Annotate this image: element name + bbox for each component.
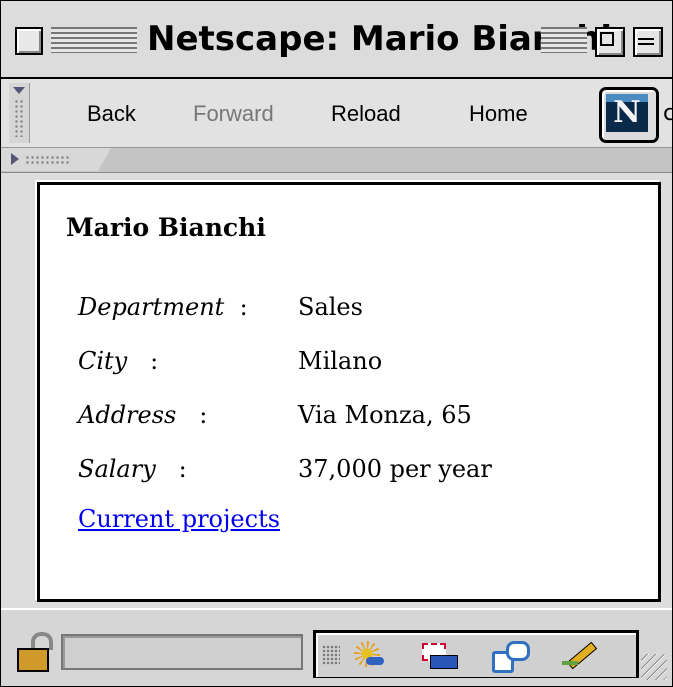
pen-stroke bbox=[562, 661, 578, 665]
page-content: Mario Bianchi Department : Sales City : … bbox=[37, 182, 661, 602]
title-bar-stripes bbox=[51, 27, 137, 53]
detail-separator: : bbox=[239, 293, 248, 321]
back-button[interactable]: Back bbox=[87, 97, 136, 131]
detail-label: City : bbox=[78, 347, 159, 375]
grip-dots bbox=[25, 155, 69, 165]
detail-separator: : bbox=[178, 455, 187, 483]
composer-icon[interactable] bbox=[490, 639, 530, 673]
detail-label: Department : bbox=[78, 293, 248, 321]
navigation-toolbar: Back Forward Reload Home N c bbox=[1, 79, 672, 148]
zoom-box[interactable] bbox=[595, 27, 625, 57]
component-bar-grip[interactable] bbox=[322, 645, 340, 665]
close-box[interactable] bbox=[15, 27, 43, 55]
detail-value: Milano bbox=[298, 347, 383, 375]
padlock-body bbox=[17, 648, 49, 672]
logo-letter: N bbox=[613, 95, 641, 130]
location-bar-collapsed[interactable] bbox=[1, 148, 672, 173]
detail-row-salary: Salary : 37,000 per year bbox=[78, 455, 638, 509]
navigator-icon[interactable] bbox=[350, 639, 386, 671]
location-tab[interactable] bbox=[1, 148, 111, 171]
detail-separator: : bbox=[199, 401, 208, 429]
collapse-box[interactable] bbox=[633, 27, 663, 57]
browser-window: Netscape: Mario Bianchi Back Forward Rel… bbox=[0, 0, 673, 687]
detail-separator: : bbox=[150, 347, 159, 375]
bubble-two bbox=[506, 641, 530, 661]
page-heading: Mario Bianchi bbox=[66, 213, 266, 242]
home-button[interactable]: Home bbox=[469, 97, 528, 131]
component-bar bbox=[313, 630, 639, 678]
employee-details: Department : Sales City : Milano Address… bbox=[78, 293, 638, 509]
navigator-wheel bbox=[366, 657, 384, 665]
editor-icon[interactable] bbox=[560, 639, 598, 671]
detail-label: Address : bbox=[78, 401, 208, 429]
resize-grip-icon[interactable] bbox=[641, 654, 667, 680]
detail-label: Salary : bbox=[78, 455, 187, 483]
mail-tray bbox=[430, 655, 458, 669]
title-bar[interactable]: Netscape: Mario Bianchi bbox=[1, 1, 672, 79]
progress-bar bbox=[61, 634, 303, 670]
detail-row-department: Department : Sales bbox=[78, 293, 638, 347]
forward-button[interactable]: Forward bbox=[193, 97, 274, 131]
detail-row-address: Address : Via Monza, 65 bbox=[78, 401, 638, 455]
netscape-logo[interactable]: N bbox=[599, 87, 659, 143]
detail-value: 37,000 per year bbox=[298, 455, 492, 483]
detail-value: Via Monza, 65 bbox=[298, 401, 472, 429]
detail-value: Sales bbox=[298, 293, 363, 321]
status-bar bbox=[1, 608, 672, 686]
current-projects-link[interactable]: Current projects bbox=[78, 505, 280, 533]
collapse-triangle-icon bbox=[13, 87, 25, 94]
toolbar-collapse-grip[interactable] bbox=[9, 83, 30, 143]
truncated-button-label: c bbox=[663, 97, 672, 131]
title-bar-stripes-right bbox=[541, 27, 587, 53]
unlocked-padlock-icon[interactable] bbox=[17, 632, 53, 672]
mail-icon[interactable] bbox=[420, 639, 458, 671]
reload-button[interactable]: Reload bbox=[331, 97, 401, 131]
detail-row-city: City : Milano bbox=[78, 347, 638, 401]
grip-dots bbox=[14, 99, 24, 137]
netscape-n-icon: N bbox=[606, 94, 648, 132]
expand-triangle-icon bbox=[11, 153, 19, 165]
pen-shape bbox=[566, 641, 598, 670]
